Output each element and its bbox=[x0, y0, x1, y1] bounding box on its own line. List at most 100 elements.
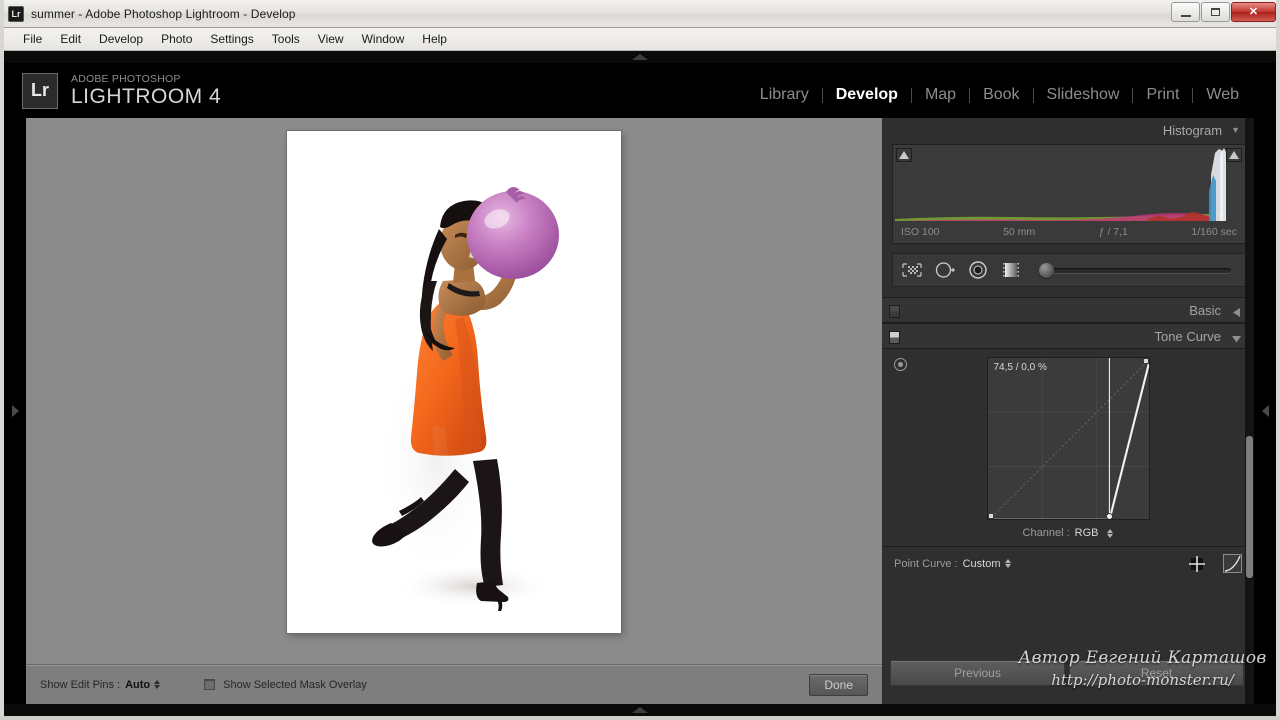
brush-size-slider-handle[interactable] bbox=[1039, 262, 1054, 278]
menu-window[interactable]: Window bbox=[353, 29, 414, 49]
panel-section-tone-curve[interactable]: Tone Curve bbox=[882, 323, 1254, 349]
collapse-icon[interactable] bbox=[1231, 331, 1242, 342]
module-slideshow[interactable]: Slideshow bbox=[1034, 86, 1133, 104]
collapse-icon[interactable] bbox=[1231, 305, 1242, 317]
histogram-plot bbox=[893, 145, 1245, 221]
menu-view[interactable]: View bbox=[309, 29, 353, 49]
triangle-expanded-icon bbox=[1232, 335, 1241, 342]
highlight-clipping-icon[interactable] bbox=[1226, 148, 1242, 162]
lightroom-window: Lr summer - Adobe Photoshop Lightroom - … bbox=[0, 0, 1280, 720]
mask-overlay-checkbox[interactable] bbox=[204, 679, 216, 690]
show-edit-pins-value[interactable]: Auto bbox=[125, 679, 150, 691]
panel-section-basic[interactable]: Basic bbox=[882, 297, 1254, 323]
chevron-down-icon bbox=[1004, 564, 1011, 568]
minimize-button[interactable] bbox=[1171, 2, 1200, 22]
chevron-up-icon bbox=[1004, 559, 1011, 563]
point-curve-grid-button[interactable] bbox=[1189, 555, 1205, 572]
close-button[interactable]: ✕ bbox=[1231, 2, 1276, 22]
tone-curve-body: 74,5 / 0,0 % Channel: RGB Point Curve:… bbox=[882, 349, 1254, 580]
histogram-title: Histogram bbox=[1162, 122, 1223, 138]
menu-develop[interactable]: Develop bbox=[90, 29, 152, 49]
chevron-down-icon[interactable]: ▼ bbox=[1231, 125, 1240, 135]
triangle-icon bbox=[1229, 151, 1239, 159]
module-picker: Library Develop Map Book Slideshow Print… bbox=[747, 75, 1252, 115]
window-titlebar: Lr summer - Adobe Photoshop Lightroom - … bbox=[0, 0, 1280, 28]
menu-tools[interactable]: Tools bbox=[263, 29, 309, 49]
photo-preview[interactable] bbox=[287, 131, 621, 633]
chevron-down-icon bbox=[154, 685, 161, 689]
scrollbar-thumb[interactable] bbox=[1246, 436, 1253, 578]
maximize-icon bbox=[1211, 8, 1220, 16]
adjustment-brush-tool[interactable] bbox=[1037, 261, 1237, 279]
histogram-header[interactable]: Histogram ▼ bbox=[882, 118, 1254, 142]
histogram-panel[interactable]: ISO 100 50 mm ƒ / 7,1 1/160 sec bbox=[892, 144, 1246, 244]
menu-edit[interactable]: Edit bbox=[51, 29, 90, 49]
tone-curve-readout: 74,5 / 0,0 % bbox=[993, 362, 1047, 373]
module-web[interactable]: Web bbox=[1193, 86, 1252, 104]
top-panel-toggle[interactable] bbox=[4, 51, 1276, 63]
right-panel-scrollbar[interactable] bbox=[1245, 118, 1254, 704]
channel-stepper[interactable] bbox=[1107, 528, 1114, 538]
filmstrip-toggle[interactable] bbox=[4, 704, 1276, 716]
channel-row: Channel : RGB bbox=[882, 520, 1254, 546]
left-panel-toggle[interactable] bbox=[4, 118, 26, 704]
tone-curve-point-black[interactable] bbox=[987, 513, 994, 519]
module-map[interactable]: Map bbox=[912, 86, 969, 104]
basic-enable-switch[interactable] bbox=[889, 305, 900, 318]
module-library[interactable]: Library bbox=[747, 86, 822, 104]
work-area: Show Edit Pins : Auto Show Selected Mask… bbox=[4, 118, 1276, 704]
tone-curve-plot bbox=[987, 358, 1149, 519]
graduated-filter-tool[interactable] bbox=[1000, 259, 1022, 281]
channel-value[interactable]: RGB bbox=[1075, 527, 1099, 539]
crop-overlay-icon bbox=[902, 263, 922, 277]
lightroom-shell: Lr ADOBE PHOTOSHOP LIGHTROOM 4 Library D… bbox=[4, 51, 1276, 716]
tone-curve-point-mid[interactable] bbox=[1105, 513, 1113, 519]
tone-curve-graph[interactable]: 74,5 / 0,0 % bbox=[986, 357, 1150, 520]
show-edit-pins-stepper[interactable] bbox=[154, 680, 161, 689]
develop-action-buttons: Previous Reset bbox=[884, 655, 1250, 691]
point-curve-row: Point Curve : Custom bbox=[882, 546, 1254, 580]
meta-focal-length: 50 mm bbox=[1003, 226, 1036, 238]
image-canvas: Show Edit Pins : Auto Show Selected Mask… bbox=[26, 118, 882, 704]
chevron-up-icon bbox=[154, 680, 161, 684]
window-bottom-edge bbox=[0, 716, 1280, 720]
chevron-down-icon bbox=[1107, 533, 1114, 538]
right-panel-toggle[interactable] bbox=[1254, 118, 1276, 704]
canvas-toolbar: Show Edit Pins : Auto Show Selected Mask… bbox=[26, 664, 882, 704]
red-eye-correction-tool[interactable] bbox=[967, 259, 989, 281]
crop-overlay-tool[interactable] bbox=[901, 259, 923, 281]
window-controls: ✕ bbox=[1171, 2, 1276, 22]
triangle-icon bbox=[899, 151, 909, 159]
targeted-adjustment-tool[interactable] bbox=[894, 358, 907, 371]
module-book[interactable]: Book bbox=[970, 86, 1032, 104]
menu-settings[interactable]: Settings bbox=[201, 29, 262, 49]
identity-title: LIGHTROOM 4 bbox=[71, 85, 222, 109]
chevron-up-icon bbox=[1107, 528, 1114, 533]
develop-tool-strip bbox=[892, 253, 1246, 287]
previous-button[interactable]: Previous bbox=[890, 660, 1065, 686]
meta-aperture: ƒ / 7,1 bbox=[1098, 226, 1128, 238]
module-develop[interactable]: Develop bbox=[823, 86, 911, 104]
maximize-button[interactable] bbox=[1201, 2, 1230, 22]
reset-button[interactable]: Reset bbox=[1069, 660, 1244, 686]
point-curve-value[interactable]: Custom bbox=[963, 558, 1001, 570]
menu-help[interactable]: Help bbox=[413, 29, 456, 49]
point-curve-stepper[interactable] bbox=[1004, 559, 1011, 568]
channel-label: Channel : bbox=[1022, 527, 1070, 539]
menu-file[interactable]: File bbox=[14, 29, 51, 49]
meta-iso: ISO 100 bbox=[901, 226, 940, 238]
photo-viewport[interactable] bbox=[26, 118, 882, 664]
app-icon: Lr bbox=[8, 5, 24, 22]
module-print[interactable]: Print bbox=[1133, 86, 1192, 104]
menu-photo[interactable]: Photo bbox=[152, 29, 201, 49]
identity-plate[interactable]: Lr ADOBE PHOTOSHOP LIGHTROOM 4 bbox=[22, 72, 222, 109]
spot-removal-tool[interactable] bbox=[934, 259, 956, 281]
tone-curve-enable-switch[interactable] bbox=[889, 331, 900, 344]
chevron-left-icon bbox=[1261, 405, 1269, 417]
done-button[interactable]: Done bbox=[809, 673, 868, 696]
point-curve-editor-button[interactable] bbox=[1223, 554, 1242, 573]
module-bar: Lr ADOBE PHOTOSHOP LIGHTROOM 4 Library D… bbox=[4, 63, 1276, 118]
target-adjust-icon bbox=[1189, 555, 1205, 572]
shadow-clipping-icon[interactable] bbox=[896, 148, 912, 162]
tone-curve-point-white[interactable] bbox=[1142, 358, 1149, 364]
